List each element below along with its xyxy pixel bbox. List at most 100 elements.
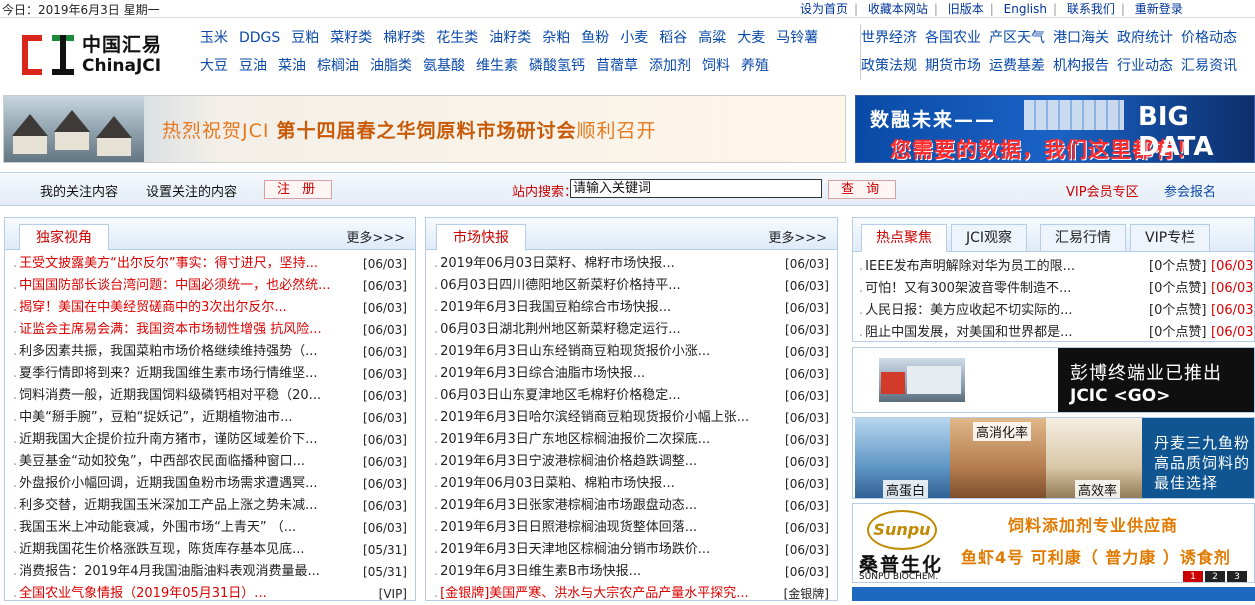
list-item[interactable]: . 2019年6月3日哈尔滨经销商豆粕现货报价小幅上张... [06/03]: [434, 407, 831, 429]
bloomberg-ad[interactable]: 彭博终端业已推出 JCIC <GO>: [852, 347, 1255, 413]
nav-product-link-b-6[interactable]: 维生素: [476, 58, 518, 74]
english-link[interactable]: English: [998, 2, 1053, 16]
list-item-title[interactable]: 2019年06月03日菜籽、棉籽市场快报...: [440, 253, 675, 275]
list-item[interactable]: . 全国农业气象情报（2019年05月31日）... [VIP]: [13, 583, 409, 605]
nav-info-link-b-4[interactable]: 行业动态: [1117, 58, 1173, 74]
nav-product-link-1[interactable]: DDGS: [239, 30, 280, 46]
set-follow-link[interactable]: 设置关注的内容: [146, 181, 237, 200]
nav-product-link-b-10[interactable]: 饲料: [702, 58, 730, 74]
list-item-title[interactable]: 我国玉米上冲动能衰减，外围市场“上青天” （...: [19, 517, 296, 539]
register-button[interactable]: 注 册: [264, 180, 333, 199]
list-item-title[interactable]: 夏季行情即将到来？近期我国维生素市场行情维坚...: [19, 363, 317, 385]
fishmeal-ad[interactable]: 高消化率 高蛋白 高效率 丹麦三九鱼粉 高品质饲料的 最佳选择: [852, 417, 1255, 499]
nav-product-link-b-8[interactable]: 苜蓿草: [596, 58, 638, 74]
hot-item-title[interactable]: 可怕！又有300架波音零件制造不...: [865, 281, 1071, 296]
hot-item[interactable]: . 人民日报：美方应收起不切实际的... [0个点赞] [06/03]: [859, 300, 1255, 322]
meeting-signup-link[interactable]: 参会报名: [1164, 181, 1216, 200]
nav-product-link-0[interactable]: 玉米: [200, 30, 228, 46]
old-version-link[interactable]: 旧版本: [942, 2, 990, 16]
tab-hot-focus[interactable]: 热点聚焦: [861, 224, 947, 252]
list-item-title[interactable]: 2019年6月3日我国豆粕综合市场快报...: [440, 297, 671, 319]
list-item-title[interactable]: 中国国防部长谈台湾问题：中国必须统一，也必然统...: [19, 275, 330, 297]
nav-info-link-b-1[interactable]: 期货市场: [925, 58, 981, 74]
nav-product-link-b-9[interactable]: 添加剂: [649, 58, 691, 74]
nav-product-link-b-11[interactable]: 养殖: [741, 58, 769, 74]
list-item-title[interactable]: 2019年6月3日哈尔滨经销商豆粕现货报价小幅上张...: [440, 407, 749, 429]
list-item-title[interactable]: 近期我国花生价格涨跌互现，陈货库存基本见底...: [19, 539, 304, 561]
nav-product-link-13[interactable]: 马铃薯: [776, 30, 818, 46]
search-button[interactable]: 查 询: [828, 180, 897, 199]
hot-item[interactable]: . 阻止中国发展，对美国和世界都是... [0个点赞] [06/03]: [859, 322, 1255, 344]
nav-info-link-4[interactable]: 政府统计: [1117, 30, 1173, 46]
list-item[interactable]: . 夏季行情即将到来？近期我国维生素市场行情维坚... [06/03]: [13, 363, 409, 385]
list-item[interactable]: . 利多交替，近期我国玉米深加工产品上涨之势未减... [06/03]: [13, 495, 409, 517]
list-item-title[interactable]: 揭穿！美国在中美经贸磋商中的3次出尔反尔...: [19, 297, 287, 319]
hot-item[interactable]: . IEEE发布声明解除对华为员工的限... [0个点赞] [06/03]: [859, 256, 1255, 278]
list-item[interactable]: . 2019年6月3日张家港棕榈油市场跟盘动态... [06/03]: [434, 495, 831, 517]
list-item[interactable]: . 饲料消费一般，近期我国饲料级磷钙相对平稳（20... [06/03]: [13, 385, 409, 407]
list-item[interactable]: . 中美“掰手腕”，豆粕“捉妖记”，近期植物油市... [06/03]: [13, 407, 409, 429]
tab-exclusive-view[interactable]: 独家视角: [19, 224, 109, 251]
nav-product-link-9[interactable]: 小麦: [620, 30, 648, 46]
nav-product-link-7[interactable]: 杂粕: [542, 30, 570, 46]
list-item-title[interactable]: 近期我国大企提价拉升南方猪市，谨防区域差价下...: [19, 429, 317, 451]
list-item-title[interactable]: 利多交替，近期我国玉米深加工产品上涨之势未减...: [19, 495, 317, 517]
ad-page-1[interactable]: 1: [1183, 571, 1203, 582]
list-item[interactable]: . 2019年6月3日我国豆粕综合市场快报... [06/03]: [434, 297, 831, 319]
nav-product-link-8[interactable]: 鱼粉: [581, 30, 609, 46]
more-link[interactable]: 更多>>>: [346, 227, 405, 246]
list-item-title[interactable]: 全国农业气象情报（2019年05月31日）...: [19, 583, 267, 605]
list-item[interactable]: . [金银牌]美国严寒、洪水与大宗农产品产量水平探究... [金银牌]: [434, 583, 831, 605]
list-item-title[interactable]: 06月03日湖北荆州地区新菜籽稳定运行...: [440, 319, 680, 341]
sunpu-ad[interactable]: Sunpu 桑普生化 SUNPU BIOCHEM. 饲料添加剂专业供应商 鱼虾4…: [852, 503, 1255, 583]
relogin-link[interactable]: 重新登录: [1129, 2, 1189, 16]
tab-market-news[interactable]: 市场快报: [436, 224, 526, 251]
nav-info-link-1[interactable]: 各国农业: [925, 30, 981, 46]
hot-item-title[interactable]: 阻止中国发展，对美国和世界都是...: [865, 325, 1072, 340]
nav-product-link-6[interactable]: 油籽类: [489, 30, 531, 46]
list-item-title[interactable]: 消费报告：2019年4月我国油脂油料表观消费量最...: [19, 561, 320, 583]
vip-zone-link[interactable]: VIP会员专区: [1066, 181, 1139, 200]
list-item[interactable]: . 06月03日四川德阳地区新菜籽价格持平... [06/03]: [434, 275, 831, 297]
nav-product-link-b-5[interactable]: 氨基酸: [423, 58, 465, 74]
hot-item-title[interactable]: IEEE发布声明解除对华为员工的限...: [865, 259, 1075, 274]
list-item[interactable]: . 外盘报价小幅回调，近期我国鱼粉市场需求遭遇冥... [06/03]: [13, 473, 409, 495]
list-item[interactable]: . 2019年6月3日维生素B市场快报... [06/03]: [434, 561, 831, 583]
list-item-title[interactable]: 饲料消费一般，近期我国饲料级磷钙相对平稳（20...: [19, 385, 321, 407]
tab-jci-observe[interactable]: JCI观察: [951, 224, 1028, 252]
ad-page-3[interactable]: 3: [1227, 571, 1247, 582]
list-item-title[interactable]: 06月03日山东夏津地区毛棉籽价格稳定...: [440, 385, 680, 407]
conference-banner[interactable]: 热烈祝贺JCI 第十四届春之华饲原料市场研讨会顺利召开: [3, 95, 846, 163]
list-item[interactable]: . 2019年6月3日日照港棕榈油现货整体回落... [06/03]: [434, 517, 831, 539]
nav-info-link-5[interactable]: 价格动态: [1181, 30, 1237, 46]
nav-product-link-b-0[interactable]: 大豆: [200, 58, 228, 74]
list-item-title[interactable]: 中美“掰手腕”，豆粕“捉妖记”，近期植物油市...: [19, 407, 292, 429]
list-item[interactable]: . 揭穿！美国在中美经贸磋商中的3次出尔反尔... [06/03]: [13, 297, 409, 319]
list-item[interactable]: . 近期我国花生价格涨跌互现，陈货库存基本见底... [05/31]: [13, 539, 409, 561]
list-item[interactable]: . 消费报告：2019年4月我国油脂油料表观消费量最... [05/31]: [13, 561, 409, 583]
nav-product-link-12[interactable]: 大麦: [737, 30, 765, 46]
nav-product-link-3[interactable]: 菜籽类: [330, 30, 372, 46]
list-item-title[interactable]: 2019年6月3日日照港棕榈油现货整体回落...: [440, 517, 697, 539]
list-item[interactable]: . 2019年6月3日山东经销商豆粕现货报价小涨... [06/03]: [434, 341, 831, 363]
nav-info-link-b-2[interactable]: 运费基差: [989, 58, 1045, 74]
list-item-title[interactable]: [金银牌]美国严寒、洪水与大宗农产品产量水平探究...: [440, 583, 749, 605]
list-item[interactable]: . 王受文披露美方“出尔反尔”事实：得寸进尺，坚持... [06/03]: [13, 253, 409, 275]
list-item[interactable]: . 06月03日湖北荆州地区新菜籽稳定运行... [06/03]: [434, 319, 831, 341]
big-data-banner[interactable]: 数融未来—— 您需要的数据，我们这里都有！ BIG DATA: [855, 95, 1255, 163]
list-item[interactable]: . 2019年06月03日菜粕、棉粕市场快报... [06/03]: [434, 473, 831, 495]
my-follow-link[interactable]: 我的关注内容: [40, 181, 118, 200]
nav-product-link-4[interactable]: 棉籽类: [383, 30, 425, 46]
set-homepage-link[interactable]: 设为首页: [794, 2, 854, 16]
list-item-title[interactable]: 2019年6月3日广东地区棕榈油报价二次探底...: [440, 429, 710, 451]
contact-link[interactable]: 联系我们: [1061, 2, 1121, 16]
nav-info-link-2[interactable]: 产区天气: [989, 30, 1045, 46]
list-item-title[interactable]: 2019年6月3日天津地区棕榈油分销市场跌价...: [440, 539, 710, 561]
list-item[interactable]: . 利多因素共振，我国菜粕市场价格继续维持强势（... [06/03]: [13, 341, 409, 363]
list-item[interactable]: . 美豆基金“动如狡兔”，中西部农民面临播种窗口... [06/03]: [13, 451, 409, 473]
nav-product-link-b-4[interactable]: 油脂类: [370, 58, 412, 74]
list-item-title[interactable]: 美豆基金“动如狡兔”，中西部农民面临播种窗口...: [19, 451, 305, 473]
tab-vip-column[interactable]: VIP专栏: [1130, 224, 1211, 252]
nav-product-link-2[interactable]: 豆粕: [291, 30, 319, 46]
nav-info-link-b-0[interactable]: 政策法规: [861, 58, 917, 74]
